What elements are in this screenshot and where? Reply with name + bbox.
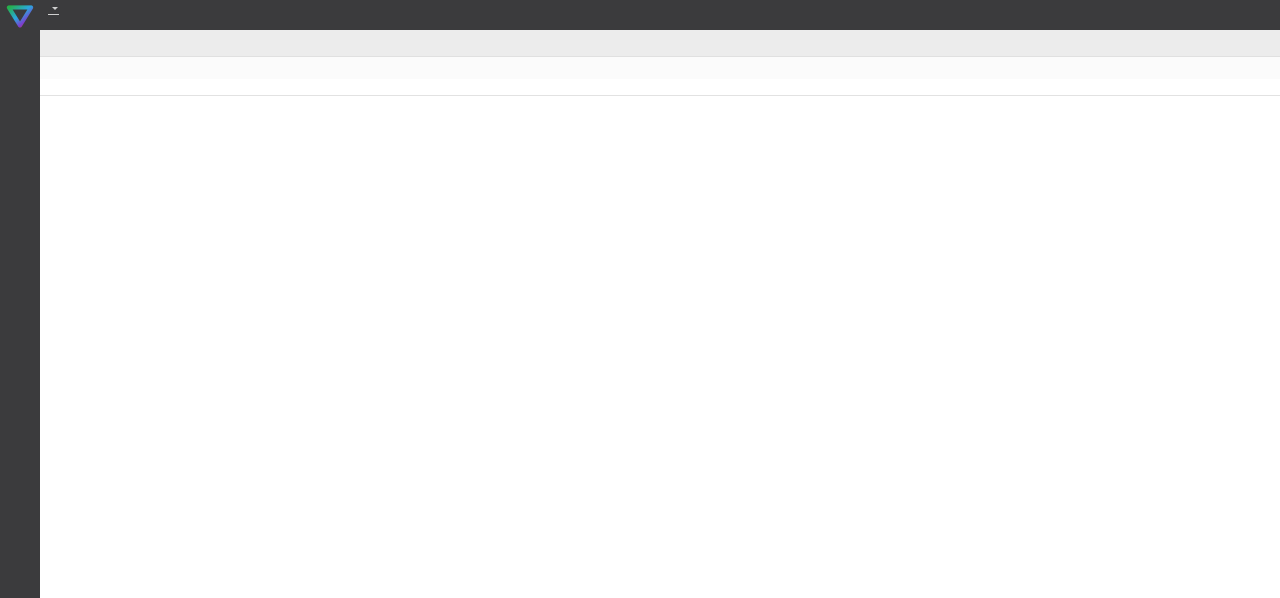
- status-tabs: [40, 30, 1280, 57]
- pagination-label: [48, 2, 59, 15]
- chevron-down-icon: [52, 7, 58, 13]
- tabs-strip: [40, 30, 1238, 56]
- table-filter-row: [40, 79, 1280, 96]
- topbar: [40, 0, 1280, 30]
- tabs-scroll-right-icon[interactable]: [1268, 41, 1274, 45]
- table-body: [40, 96, 1280, 598]
- pager: [48, 16, 59, 29]
- pagination: [48, 0, 59, 30]
- app-logo-icon[interactable]: [0, 0, 40, 32]
- page-size-dropdown[interactable]: [48, 2, 59, 15]
- orders-table: [40, 57, 1280, 598]
- tabs-nav: [1238, 30, 1280, 56]
- app: [0, 0, 1280, 598]
- topbar-actions: [1270, 0, 1280, 30]
- sidebar: [0, 0, 40, 598]
- sidebar-menu: [0, 32, 40, 40]
- table-header: [40, 57, 1280, 79]
